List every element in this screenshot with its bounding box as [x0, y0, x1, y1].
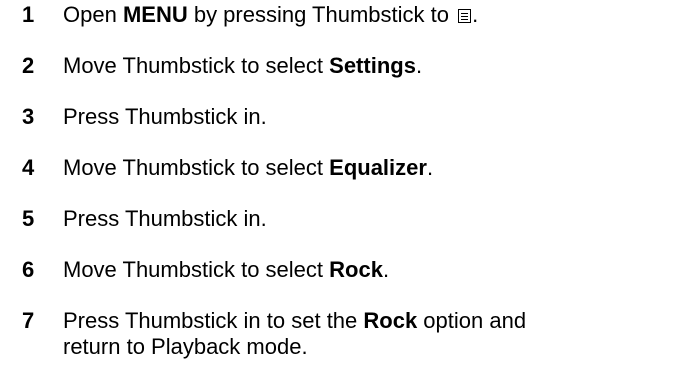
step-number: 2: [22, 53, 35, 78]
step-text: Move Thumbstick to select Equalizer.: [63, 155, 663, 181]
step-text: Move Thumbstick to select Rock.: [63, 257, 663, 283]
bold-term: MENU: [122, 2, 188, 27]
step-number: 7: [22, 308, 35, 333]
step-text: Press Thumbstick in to set the Rock opti…: [63, 308, 663, 360]
step-text: Press Thumbstick in.: [63, 104, 663, 130]
step-text-run: Press Thumbstick in to set the: [63, 308, 364, 333]
step-text-run: Move Thumbstick to select: [63, 53, 330, 78]
step-number: 1: [22, 2, 35, 27]
step-number: 5: [22, 206, 35, 231]
step-text-run: by pressing Thumbstick to: [187, 2, 456, 27]
step-text-run: Open: [63, 2, 123, 27]
step-text-run: return to Playback mode.: [63, 334, 308, 359]
step-text-run: .: [415, 53, 423, 78]
step-text-run: .: [382, 257, 390, 282]
menu-icon: [458, 9, 472, 23]
step-number: 4: [22, 155, 35, 180]
step-text: Open MENU by pressing Thumbstick to .: [63, 2, 663, 28]
step-number: 6: [22, 257, 35, 282]
step-text-run: option and: [417, 308, 527, 333]
bold-term: Rock: [329, 257, 383, 282]
bold-term: Settings: [329, 53, 416, 78]
step-text-run: .: [472, 2, 479, 27]
step-text: Move Thumbstick to select Settings.: [63, 53, 663, 79]
instruction-steps: 1 Open MENU by pressing Thumbstick to . …: [0, 0, 696, 366]
step-text-run: Move Thumbstick to select: [63, 155, 330, 180]
bold-term: Rock: [363, 308, 418, 333]
bold-term: Equalizer: [329, 155, 427, 180]
step-text-run: Press Thumbstick in.: [63, 104, 267, 129]
step-text: Press Thumbstick in.: [63, 206, 663, 232]
step-text-run: .: [426, 155, 434, 180]
step-number: 3: [22, 104, 35, 129]
step-text-run: Move Thumbstick to select: [63, 257, 330, 282]
step-text-run: Press Thumbstick in.: [63, 206, 267, 231]
